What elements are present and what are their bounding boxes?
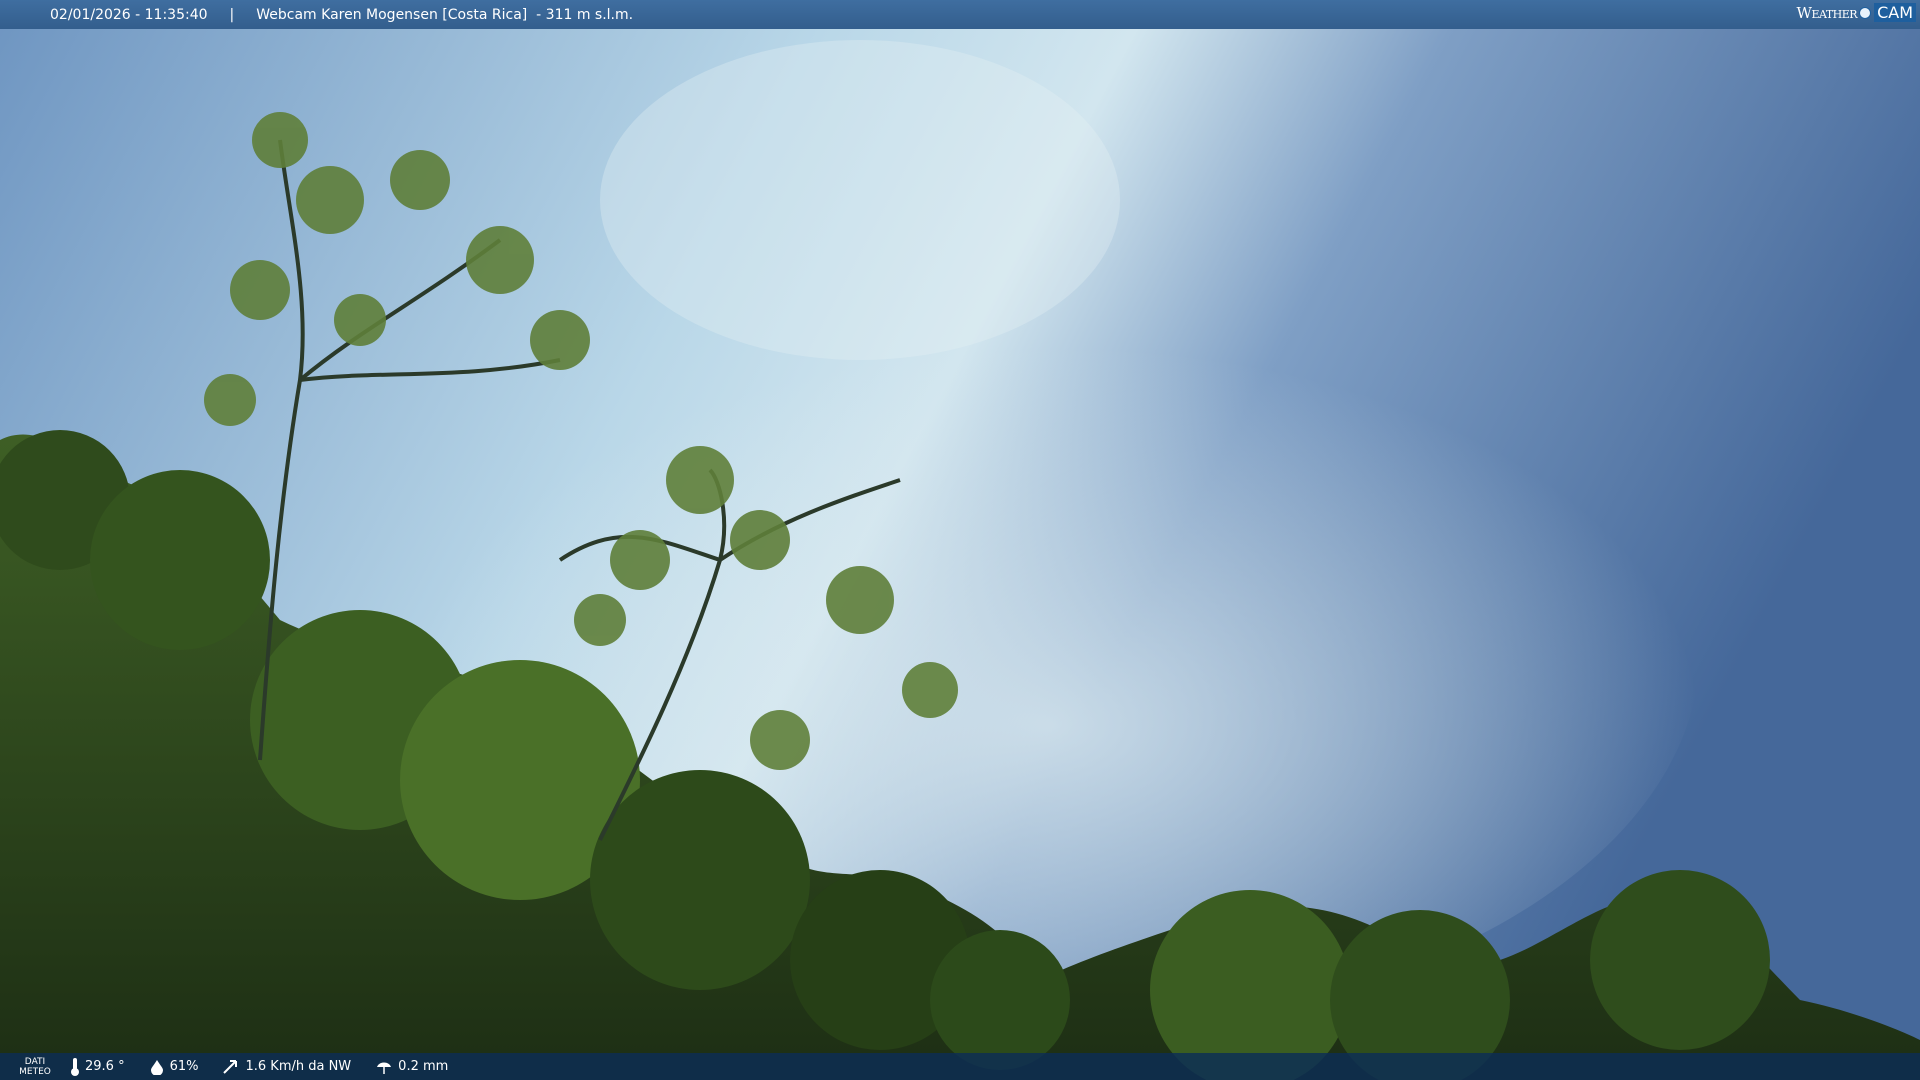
webcam-image bbox=[0, 0, 1920, 1080]
thermometer-icon bbox=[71, 1057, 79, 1076]
humidity-reading: 61% bbox=[149, 1059, 199, 1075]
wind-reading: 1.6 Km/h da NW bbox=[222, 1059, 351, 1075]
info-top-bar: 02/01/2026 - 11:35:40 | Webcam Karen Mog… bbox=[0, 0, 1920, 29]
humidity-drop-icon bbox=[150, 1059, 163, 1075]
location-label: Webcam Karen Mogensen [Costa Rica] - 311… bbox=[256, 6, 634, 23]
rain-value: 0.2 mm bbox=[398, 1059, 449, 1074]
weathercam-logo[interactable]: Weather CAM bbox=[1797, 3, 1916, 22]
dati-meteo-label: DATI METEO bbox=[19, 1056, 51, 1077]
rain-icon bbox=[377, 1062, 392, 1074]
logo-text-weather: Weather bbox=[1796, 3, 1858, 22]
weather-data-bar: DATI METEO 29.6 ° 61% 1.6 Km/h da NW 0.2… bbox=[0, 1053, 1920, 1080]
separator: | bbox=[229, 6, 235, 23]
logo-globe-icon bbox=[1859, 6, 1872, 19]
logo-text-cam: CAM bbox=[1874, 3, 1916, 22]
datetime-label: 02/01/2026 - 11:35:40 bbox=[50, 6, 208, 23]
wind-value: 1.6 Km/h da NW bbox=[245, 1059, 352, 1074]
rain-reading: 0.2 mm bbox=[375, 1059, 448, 1075]
temperature-reading: 29.6 ° bbox=[70, 1057, 125, 1076]
humidity-value: 61% bbox=[169, 1059, 199, 1074]
wind-icon bbox=[223, 1059, 238, 1074]
temperature-value: 29.6 ° bbox=[85, 1059, 125, 1074]
